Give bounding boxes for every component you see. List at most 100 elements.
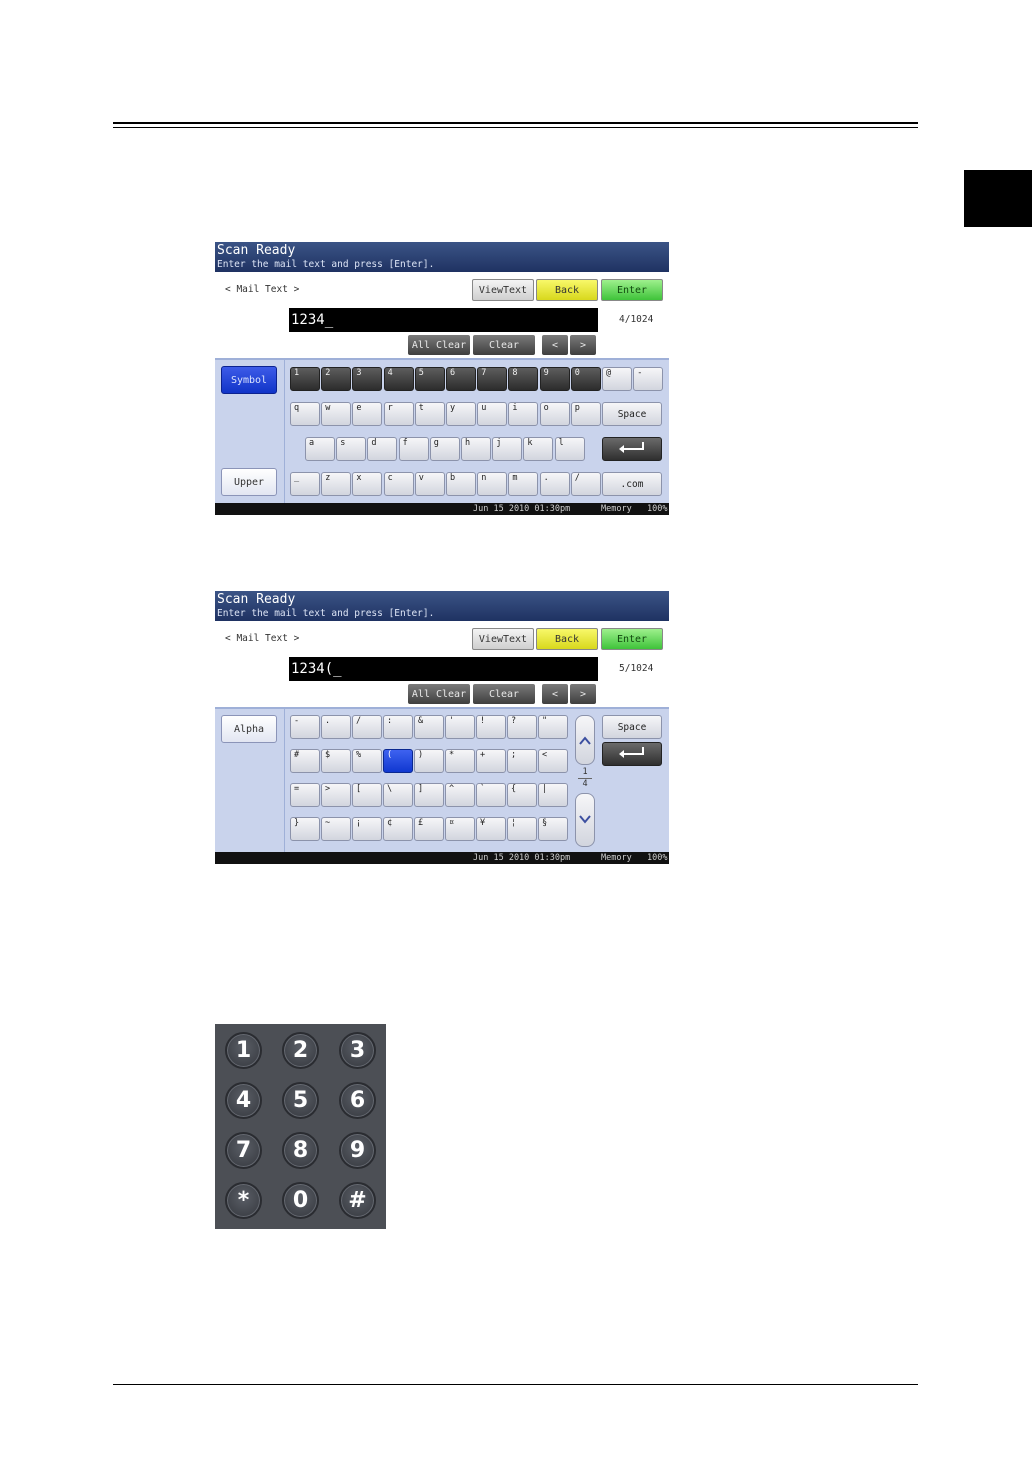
key[interactable]: h bbox=[461, 437, 491, 461]
key[interactable]: _ bbox=[290, 472, 320, 496]
keypad-key[interactable]: 4 bbox=[225, 1082, 262, 1119]
key[interactable]: ; bbox=[507, 749, 537, 773]
key[interactable]: y bbox=[446, 402, 476, 426]
upper-mode-button[interactable]: Upper bbox=[221, 468, 277, 496]
back-button[interactable]: Back bbox=[536, 628, 598, 650]
key[interactable]: 9 bbox=[539, 367, 570, 391]
enter-button[interactable]: Enter bbox=[601, 279, 663, 301]
key[interactable]: 4 bbox=[383, 367, 414, 391]
return-key[interactable] bbox=[602, 437, 662, 461]
key[interactable]: ( bbox=[383, 749, 413, 773]
key[interactable]: . bbox=[321, 715, 351, 739]
key[interactable]: m bbox=[508, 472, 539, 496]
key[interactable]: ` bbox=[476, 783, 506, 807]
key[interactable]: u bbox=[477, 402, 508, 426]
key[interactable]: ) bbox=[414, 749, 444, 773]
keypad-key[interactable]: 9 bbox=[339, 1132, 376, 1169]
key[interactable]: ! bbox=[476, 715, 506, 739]
space-key[interactable]: Space bbox=[602, 715, 662, 739]
key[interactable]: k bbox=[523, 437, 554, 461]
key[interactable]: = bbox=[290, 783, 320, 807]
keypad-key[interactable]: 1 bbox=[225, 1032, 262, 1069]
back-button[interactable]: Back bbox=[536, 279, 598, 301]
keypad-key[interactable]: * bbox=[225, 1182, 262, 1219]
keypad-key[interactable]: 2 bbox=[282, 1032, 319, 1069]
keypad-key[interactable]: 7 bbox=[225, 1132, 262, 1169]
key[interactable]: " bbox=[538, 715, 568, 739]
keypad-key[interactable]: 8 bbox=[282, 1132, 319, 1169]
key[interactable]: 3 bbox=[352, 367, 383, 391]
key[interactable]: b bbox=[446, 472, 476, 496]
key[interactable]: ' bbox=[445, 715, 475, 739]
mail-text-field[interactable]: 1234(_ bbox=[289, 657, 598, 681]
key[interactable]: ^ bbox=[445, 783, 475, 807]
key[interactable]: i bbox=[508, 402, 539, 426]
key[interactable]: ¡ bbox=[352, 817, 382, 841]
keypad-key[interactable]: 5 bbox=[282, 1082, 319, 1119]
key[interactable]: 7 bbox=[477, 367, 508, 391]
key[interactable]: x bbox=[352, 472, 383, 496]
key[interactable]: # bbox=[290, 749, 320, 773]
key[interactable]: r bbox=[383, 402, 414, 426]
key[interactable]: ¢ bbox=[383, 817, 413, 841]
key[interactable]: ] bbox=[414, 783, 444, 807]
key[interactable]: > bbox=[321, 783, 351, 807]
keypad-key[interactable]: 0 bbox=[282, 1182, 319, 1219]
key[interactable]: s bbox=[336, 437, 367, 461]
dotcom-key[interactable]: .com bbox=[602, 472, 662, 496]
clear-button[interactable]: Clear bbox=[473, 684, 535, 704]
key[interactable]: / bbox=[352, 715, 382, 739]
key[interactable]: @ bbox=[602, 367, 632, 391]
key[interactable]: 8 bbox=[508, 367, 539, 391]
enter-button[interactable]: Enter bbox=[601, 628, 663, 650]
keypad-key[interactable]: 3 bbox=[339, 1032, 376, 1069]
key[interactable]: a bbox=[305, 437, 335, 461]
viewtext-button[interactable]: ViewText bbox=[472, 628, 534, 650]
key[interactable]: 2 bbox=[321, 367, 352, 391]
cursor-right-button[interactable]: > bbox=[570, 335, 596, 355]
key[interactable]: - bbox=[290, 715, 320, 739]
key[interactable]: g bbox=[429, 437, 460, 461]
key[interactable]: £ bbox=[414, 817, 444, 841]
key[interactable]: e bbox=[352, 402, 383, 426]
key[interactable]: z bbox=[321, 472, 352, 496]
key[interactable]: 0 bbox=[570, 367, 601, 391]
key[interactable]: ¦ bbox=[507, 817, 537, 841]
key[interactable]: ~ bbox=[321, 817, 351, 841]
symbol-mode-button[interactable]: Symbol bbox=[221, 366, 277, 394]
key[interactable]: 5 bbox=[414, 367, 445, 391]
key[interactable]: l bbox=[554, 437, 585, 461]
key[interactable]: - bbox=[633, 367, 664, 391]
key[interactable]: [ bbox=[352, 783, 382, 807]
return-key[interactable] bbox=[602, 742, 662, 766]
alpha-mode-button[interactable]: Alpha bbox=[221, 715, 277, 743]
page-up-button[interactable] bbox=[575, 715, 595, 765]
key[interactable]: & bbox=[414, 715, 444, 739]
key[interactable]: ¤ bbox=[445, 817, 475, 841]
key[interactable]: } bbox=[290, 817, 320, 841]
key[interactable]: ¥ bbox=[476, 817, 506, 841]
key[interactable]: 1 bbox=[290, 367, 320, 391]
keypad-key[interactable]: # bbox=[339, 1182, 376, 1219]
key[interactable]: n bbox=[477, 472, 508, 496]
key[interactable]: f bbox=[398, 437, 429, 461]
cursor-left-button[interactable]: < bbox=[542, 684, 568, 704]
mail-text-field[interactable]: 1234_ bbox=[289, 308, 598, 332]
key[interactable]: p bbox=[570, 402, 601, 426]
cursor-left-button[interactable]: < bbox=[542, 335, 568, 355]
key[interactable]: { bbox=[507, 783, 537, 807]
clear-button[interactable]: Clear bbox=[473, 335, 535, 355]
all-clear-button[interactable]: All Clear bbox=[408, 684, 470, 704]
all-clear-button[interactable]: All Clear bbox=[408, 335, 470, 355]
key[interactable]: w bbox=[321, 402, 352, 426]
key[interactable]: § bbox=[538, 817, 568, 841]
key[interactable]: c bbox=[383, 472, 414, 496]
key[interactable]: ? bbox=[507, 715, 537, 739]
key[interactable]: : bbox=[383, 715, 413, 739]
key[interactable]: j bbox=[492, 437, 523, 461]
key[interactable]: * bbox=[445, 749, 475, 773]
space-key[interactable]: Space bbox=[602, 402, 662, 426]
key[interactable]: 6 bbox=[446, 367, 476, 391]
key[interactable]: < bbox=[538, 749, 568, 773]
key[interactable]: $ bbox=[321, 749, 351, 773]
